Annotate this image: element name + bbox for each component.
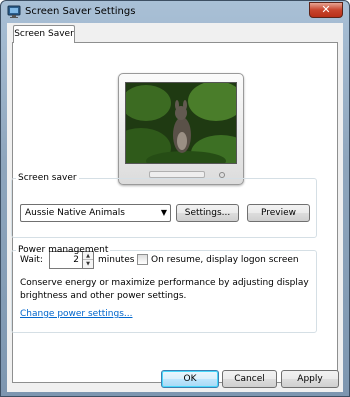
- apply-button[interactable]: Apply: [281, 370, 339, 388]
- dialog-window: Screen Saver Settings ✕ Screen Saver Scr…: [0, 0, 350, 397]
- change-power-settings-link[interactable]: Change power settings...: [20, 309, 132, 319]
- screen-saver-select[interactable]: Aussie Native Animals ▼: [20, 204, 171, 222]
- cancel-button[interactable]: Cancel: [222, 370, 277, 388]
- preview-screen: [125, 82, 237, 164]
- settings-button[interactable]: Settings...: [176, 204, 239, 222]
- monitor-preview: [118, 73, 244, 185]
- window-title: Screen Saver Settings: [25, 6, 136, 17]
- power-description: Conserve energy or maximize performance …: [20, 278, 309, 301]
- ok-button[interactable]: OK: [161, 370, 219, 388]
- title-bar[interactable]: Screen Saver Settings ✕: [1, 1, 349, 23]
- screen-saver-select-value: Aussie Native Animals: [25, 208, 125, 218]
- screen-saver-app-icon: [7, 5, 21, 18]
- preview-button[interactable]: Preview: [247, 204, 310, 222]
- tab-screen-saver[interactable]: Screen Saver: [13, 25, 75, 43]
- chevron-down-icon: ▼: [160, 208, 167, 217]
- screen-saver-group-label: Screen saver: [18, 173, 77, 183]
- power-management-group-label: Power management: [18, 245, 109, 255]
- close-button[interactable]: ✕: [309, 2, 343, 18]
- preview-image: [126, 83, 236, 163]
